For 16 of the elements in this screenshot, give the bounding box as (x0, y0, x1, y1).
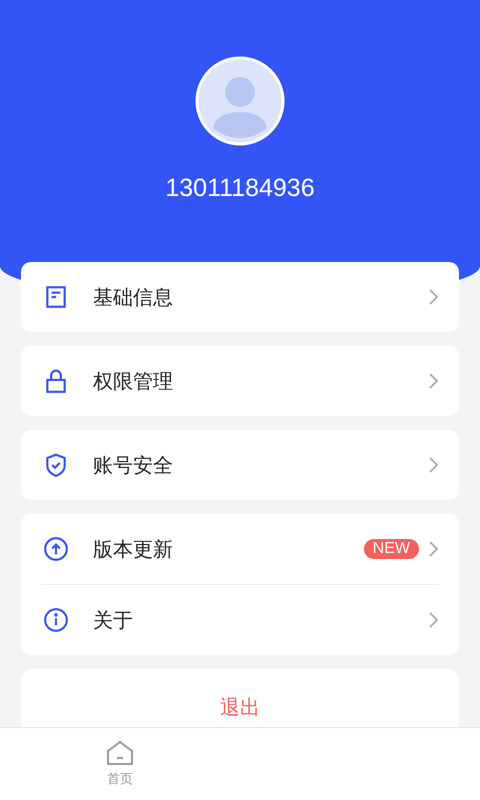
chevron-right-icon (427, 611, 439, 629)
chevron-right-icon (427, 540, 439, 558)
menu-item[interactable]: 权限管理 (93, 368, 427, 394)
chevron-right-icon (427, 372, 439, 390)
avatar[interactable] (195, 56, 285, 146)
new-badge: NEW (364, 539, 419, 559)
phone-number: 13011184936 (165, 174, 315, 203)
upload-icon (43, 536, 69, 562)
chevron-right-icon (427, 288, 439, 306)
menu-item[interactable]: 关于 (93, 606, 427, 634)
home-icon (106, 740, 134, 766)
menu-item[interactable]: 版本更新 (93, 536, 364, 562)
menu-item[interactable]: 基础信息 (93, 284, 427, 310)
info-icon (43, 607, 69, 633)
chevron-right-icon (427, 456, 439, 474)
menu-item[interactable]: 账号安全 (93, 452, 427, 478)
